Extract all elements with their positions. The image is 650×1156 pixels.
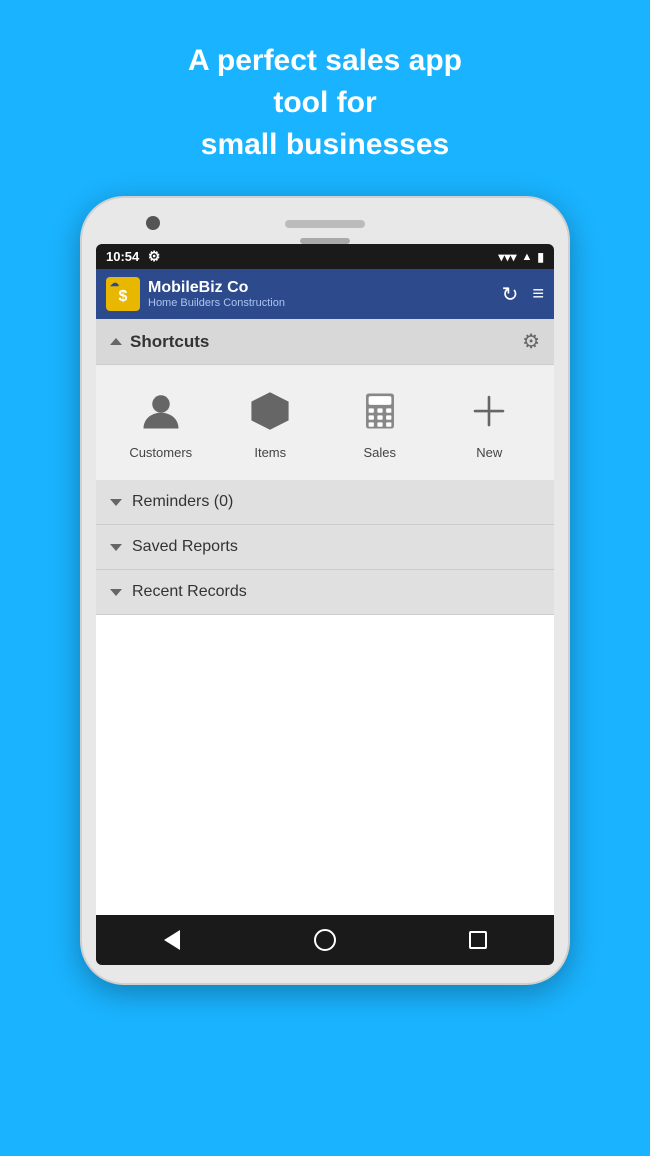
content-area	[96, 615, 554, 915]
status-icons: ▾▾▾ ▲ ▮	[498, 250, 544, 264]
shortcuts-grid: Customers Items	[96, 365, 554, 480]
menu-icon[interactable]: ≡	[532, 283, 544, 306]
reminders-chevron-icon	[110, 499, 122, 506]
calculator-icon	[354, 385, 406, 437]
settings-icon: ⚙	[148, 248, 161, 264]
saved-reports-chevron-icon	[110, 544, 122, 551]
shortcut-new[interactable]: New	[449, 385, 529, 460]
shortcut-customers[interactable]: Customers	[121, 385, 201, 460]
bottom-nav	[96, 915, 554, 965]
app-bar-left: ☁ $ MobileBiz Co Home Builders Construct…	[106, 277, 285, 311]
signal-icon: ▲	[522, 251, 533, 263]
recent-records-section[interactable]: Recent Records	[96, 570, 554, 615]
wifi-icon: ▾▾▾	[498, 250, 516, 264]
recents-icon	[469, 931, 487, 949]
status-bar: 10:54 ⚙ ▾▾▾ ▲ ▮	[96, 244, 554, 269]
tagline-area: A perfect sales app tool for small busin…	[128, 0, 522, 196]
saved-reports-section[interactable]: Saved Reports	[96, 525, 554, 570]
person-icon	[135, 385, 187, 437]
app-name: MobileBiz Co	[148, 279, 285, 297]
home-button[interactable]	[300, 925, 350, 955]
home-icon	[314, 929, 336, 951]
recents-button[interactable]	[453, 925, 503, 955]
reminders-label: Reminders (0)	[132, 493, 233, 511]
chevron-up-icon	[110, 338, 122, 345]
camera	[146, 216, 160, 230]
battery-icon: ▮	[537, 250, 544, 264]
shortcut-customers-label: Customers	[129, 445, 192, 460]
phone-top	[96, 216, 554, 228]
shortcut-items[interactable]: Items	[230, 385, 310, 460]
shortcuts-title: Shortcuts	[130, 332, 209, 352]
app-logo: ☁ $	[106, 277, 140, 311]
saved-reports-label: Saved Reports	[132, 538, 238, 556]
back-button[interactable]	[147, 925, 197, 955]
app-subtitle: Home Builders Construction	[148, 297, 285, 309]
dollar-icon: $	[119, 288, 128, 306]
refresh-icon[interactable]: ↻	[502, 282, 519, 307]
shortcut-new-label: New	[476, 445, 502, 460]
status-time: 10:54 ⚙	[106, 248, 160, 265]
screen: 10:54 ⚙ ▾▾▾ ▲ ▮ ☁ $ MobileBiz Co Home Bu…	[96, 244, 554, 965]
speaker	[285, 220, 365, 228]
cloud-icon: ☁	[110, 278, 119, 289]
shortcut-sales-label: Sales	[363, 445, 396, 460]
back-icon	[164, 930, 180, 950]
shortcut-items-label: Items	[254, 445, 286, 460]
shortcut-sales[interactable]: Sales	[340, 385, 420, 460]
reminders-section[interactable]: Reminders (0)	[96, 480, 554, 525]
shortcuts-gear-icon[interactable]: ⚙	[522, 329, 540, 354]
phone-frame: 10:54 ⚙ ▾▾▾ ▲ ▮ ☁ $ MobileBiz Co Home Bu…	[80, 196, 570, 985]
shortcuts-header[interactable]: Shortcuts ⚙	[96, 319, 554, 365]
recent-records-label: Recent Records	[132, 583, 247, 601]
plus-icon	[463, 385, 515, 437]
app-bar: ☁ $ MobileBiz Co Home Builders Construct…	[96, 269, 554, 319]
box-icon	[244, 385, 296, 437]
recent-records-chevron-icon	[110, 589, 122, 596]
tagline-text: A perfect sales app tool for small busin…	[128, 0, 522, 196]
shortcuts-header-left: Shortcuts	[110, 332, 209, 352]
app-bar-right: ↻ ≡	[502, 282, 544, 307]
app-title-area: MobileBiz Co Home Builders Construction	[148, 279, 285, 309]
